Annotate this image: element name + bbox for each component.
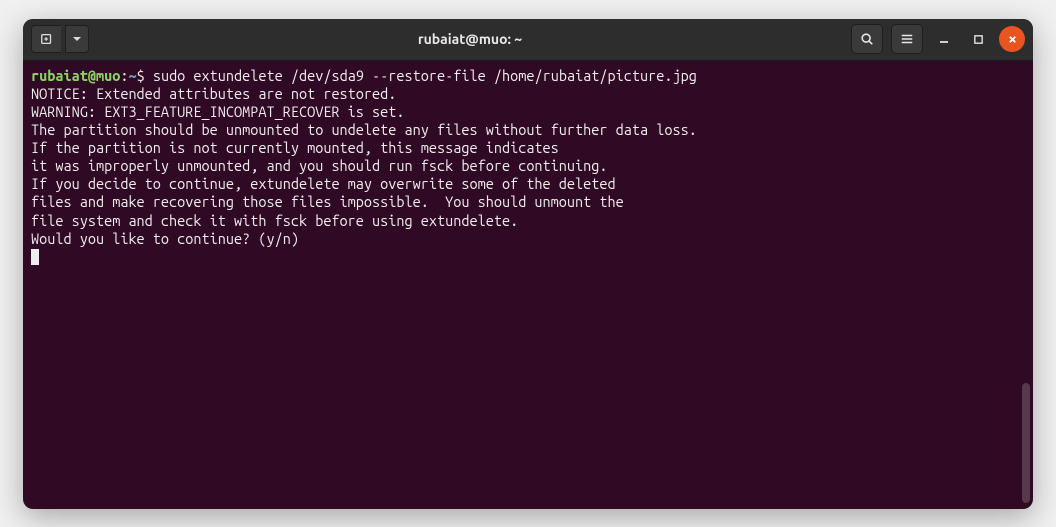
output-line: NOTICE: Extended attributes are not rest… <box>31 85 1025 103</box>
hamburger-menu-button[interactable] <box>891 24 923 54</box>
output-line: it was improperly unmounted, and you sho… <box>31 157 1025 175</box>
cursor-line <box>31 248 1025 266</box>
maximize-icon <box>973 34 984 45</box>
cursor-icon <box>31 249 39 265</box>
minimize-button[interactable] <box>931 26 957 52</box>
terminal-content[interactable]: rubaiat@muo:~$ sudo extundelete /dev/sda… <box>23 61 1033 509</box>
chevron-down-icon <box>72 34 82 44</box>
search-button[interactable] <box>851 24 883 54</box>
hamburger-icon <box>900 32 914 46</box>
tab-dropdown-button[interactable] <box>65 25 89 53</box>
prompt-user-host: rubaiat@muo <box>31 67 120 84</box>
output-line: If you decide to continue, extundelete m… <box>31 175 1025 193</box>
titlebar-right-controls <box>851 24 1025 54</box>
output-line: If the partition is not currently mounte… <box>31 139 1025 157</box>
titlebar: rubaiat@muo: ~ <box>23 19 1033 61</box>
output-line: files and make recovering those files im… <box>31 193 1025 211</box>
prompt-path: ~ <box>128 67 136 84</box>
output-line: file system and check it with fsck befor… <box>31 212 1025 230</box>
output-line: The partition should be unmounted to und… <box>31 121 1025 139</box>
terminal-window: rubaiat@muo: ~ <box>23 19 1033 509</box>
output-line: WARNING: EXT3_FEATURE_INCOMPAT_RECOVER i… <box>31 103 1025 121</box>
close-icon <box>1007 34 1018 45</box>
window-title: rubaiat@muo: ~ <box>95 31 845 47</box>
prompt-symbol: $ <box>137 67 145 84</box>
search-icon <box>860 32 874 46</box>
command-text: sudo extundelete /dev/sda9 --restore-fil… <box>145 67 697 84</box>
new-tab-icon <box>40 32 54 46</box>
close-button[interactable] <box>999 26 1025 52</box>
scrollbar[interactable] <box>1022 383 1030 503</box>
new-tab-button[interactable] <box>31 25 61 53</box>
output-line: Would you like to continue? (y/n) <box>31 230 1025 248</box>
prompt-line: rubaiat@muo:~$ sudo extundelete /dev/sda… <box>31 67 1025 85</box>
maximize-button[interactable] <box>965 26 991 52</box>
minimize-icon <box>938 33 950 45</box>
titlebar-left-controls <box>31 25 89 53</box>
